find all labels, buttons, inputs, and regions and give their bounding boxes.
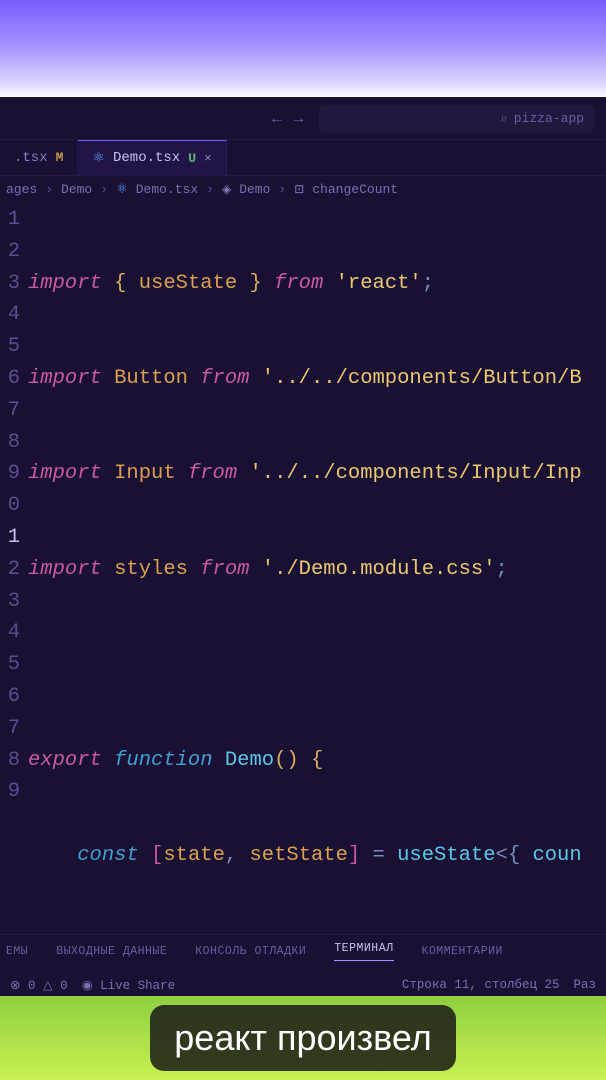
video-overlay-strip: реакт произвел	[0, 996, 606, 1080]
chevron-right-icon: ›	[206, 182, 214, 197]
tab-bar: .tsx M ⚛ Demo.tsx U ×	[0, 140, 606, 176]
warning-icon: △	[43, 979, 53, 993]
code-line[interactable]: const [state, setState] = useState<{ cou…	[28, 840, 606, 872]
line-number: 1	[0, 522, 20, 554]
breadcrumb-item[interactable]: Demo.tsx	[136, 182, 198, 197]
line-number: 9	[0, 458, 20, 490]
code-line[interactable]: import { useState } from 'react';	[28, 268, 606, 300]
line-number: 8	[0, 745, 20, 777]
tab-other[interactable]: .tsx M	[0, 140, 78, 175]
line-number: 4	[0, 617, 20, 649]
breadcrumb-item[interactable]: ages	[6, 182, 37, 197]
nav-back-icon[interactable]: ←	[272, 110, 282, 128]
error-icon: ⊗	[10, 979, 20, 993]
code-line[interactable]: import styles from './Demo.module.css';	[28, 554, 606, 586]
line-number: 9	[0, 776, 20, 808]
chevron-right-icon: ›	[45, 182, 53, 197]
nav-forward-icon[interactable]: →	[294, 110, 304, 128]
status-extra[interactable]: Раз	[573, 978, 596, 992]
title-bar: ← → ⌕ pizza-app	[0, 98, 606, 140]
status-errors[interactable]: ⊗ 0 △ 0	[10, 977, 68, 993]
editor-window: ← → ⌕ pizza-app .tsx M ⚛ Demo.tsx U × ag…	[0, 98, 606, 1080]
search-placeholder: pizza-app	[514, 111, 584, 126]
line-number: 4	[0, 299, 20, 331]
subtitle-caption: реакт произвел	[150, 1005, 455, 1071]
panel-tab-terminal[interactable]: ТЕРМИНАЛ	[334, 942, 393, 961]
breadcrumb[interactable]: ages › Demo › ⚛ Demo.tsx › ◈ Demo › ⊡ ch…	[0, 176, 606, 202]
panel-tab-debug-console[interactable]: КОНСОЛЬ ОТЛАДКИ	[195, 945, 306, 958]
status-bar: ⊗ 0 △ 0 ◉ Live Share Строка 11, столбец …	[0, 972, 606, 998]
line-number: 7	[0, 395, 20, 427]
line-number: 5	[0, 649, 20, 681]
tab-demo[interactable]: ⚛ Demo.tsx U ×	[78, 140, 226, 175]
line-number: 6	[0, 681, 20, 713]
line-number: 5	[0, 331, 20, 363]
line-number: 2	[0, 236, 20, 268]
status-cursor-position[interactable]: Строка 11, столбец 25	[402, 978, 560, 992]
breadcrumb-item[interactable]: changeCount	[312, 182, 398, 197]
react-icon: ⚛	[116, 182, 128, 197]
command-center-search[interactable]: ⌕ pizza-app	[319, 105, 594, 133]
symbol-method-icon: ⊡	[294, 182, 304, 197]
line-number: 0	[0, 490, 20, 522]
broadcast-icon: ◉	[82, 979, 93, 993]
tab-filename: .tsx	[14, 150, 48, 166]
line-number: 6	[0, 363, 20, 395]
panel-tab-problems[interactable]: ЕМЫ	[6, 945, 28, 958]
line-number: 7	[0, 713, 20, 745]
line-number: 1	[0, 204, 20, 236]
breadcrumb-item[interactable]: Demo	[239, 182, 270, 197]
untracked-badge: U	[188, 151, 196, 166]
code-line[interactable]: import Button from '../../components/But…	[28, 363, 606, 395]
line-number: 8	[0, 427, 20, 459]
code-line[interactable]: import Input from '../../components/Inpu…	[28, 458, 606, 490]
line-number: 3	[0, 268, 20, 300]
react-icon: ⚛	[92, 150, 105, 167]
panel-tab-output[interactable]: ВЫХОДНЫЕ ДАННЫЕ	[56, 945, 167, 958]
chevron-right-icon: ›	[100, 182, 108, 197]
panel-tab-comments[interactable]: КОММЕНТАРИИ	[422, 945, 503, 958]
status-liveshare[interactable]: ◉ Live Share	[82, 977, 175, 993]
code-line[interactable]: export function Demo() {	[28, 745, 606, 777]
tab-filename: Demo.tsx	[113, 150, 180, 166]
nav-arrows: ← →	[272, 110, 303, 128]
symbol-module-icon: ◈	[222, 182, 231, 197]
close-icon[interactable]: ×	[204, 151, 212, 166]
modified-badge: M	[56, 150, 64, 165]
search-icon: ⌕	[501, 111, 508, 126]
line-number: 2	[0, 554, 20, 586]
code-line[interactable]	[28, 649, 606, 681]
chevron-right-icon: ›	[278, 182, 286, 197]
line-number: 3	[0, 586, 20, 618]
breadcrumb-item[interactable]: Demo	[61, 182, 92, 197]
bottom-panel-tabs: ЕМЫ ВЫХОДНЫЕ ДАННЫЕ КОНСОЛЬ ОТЛАДКИ ТЕРМ…	[0, 934, 606, 968]
